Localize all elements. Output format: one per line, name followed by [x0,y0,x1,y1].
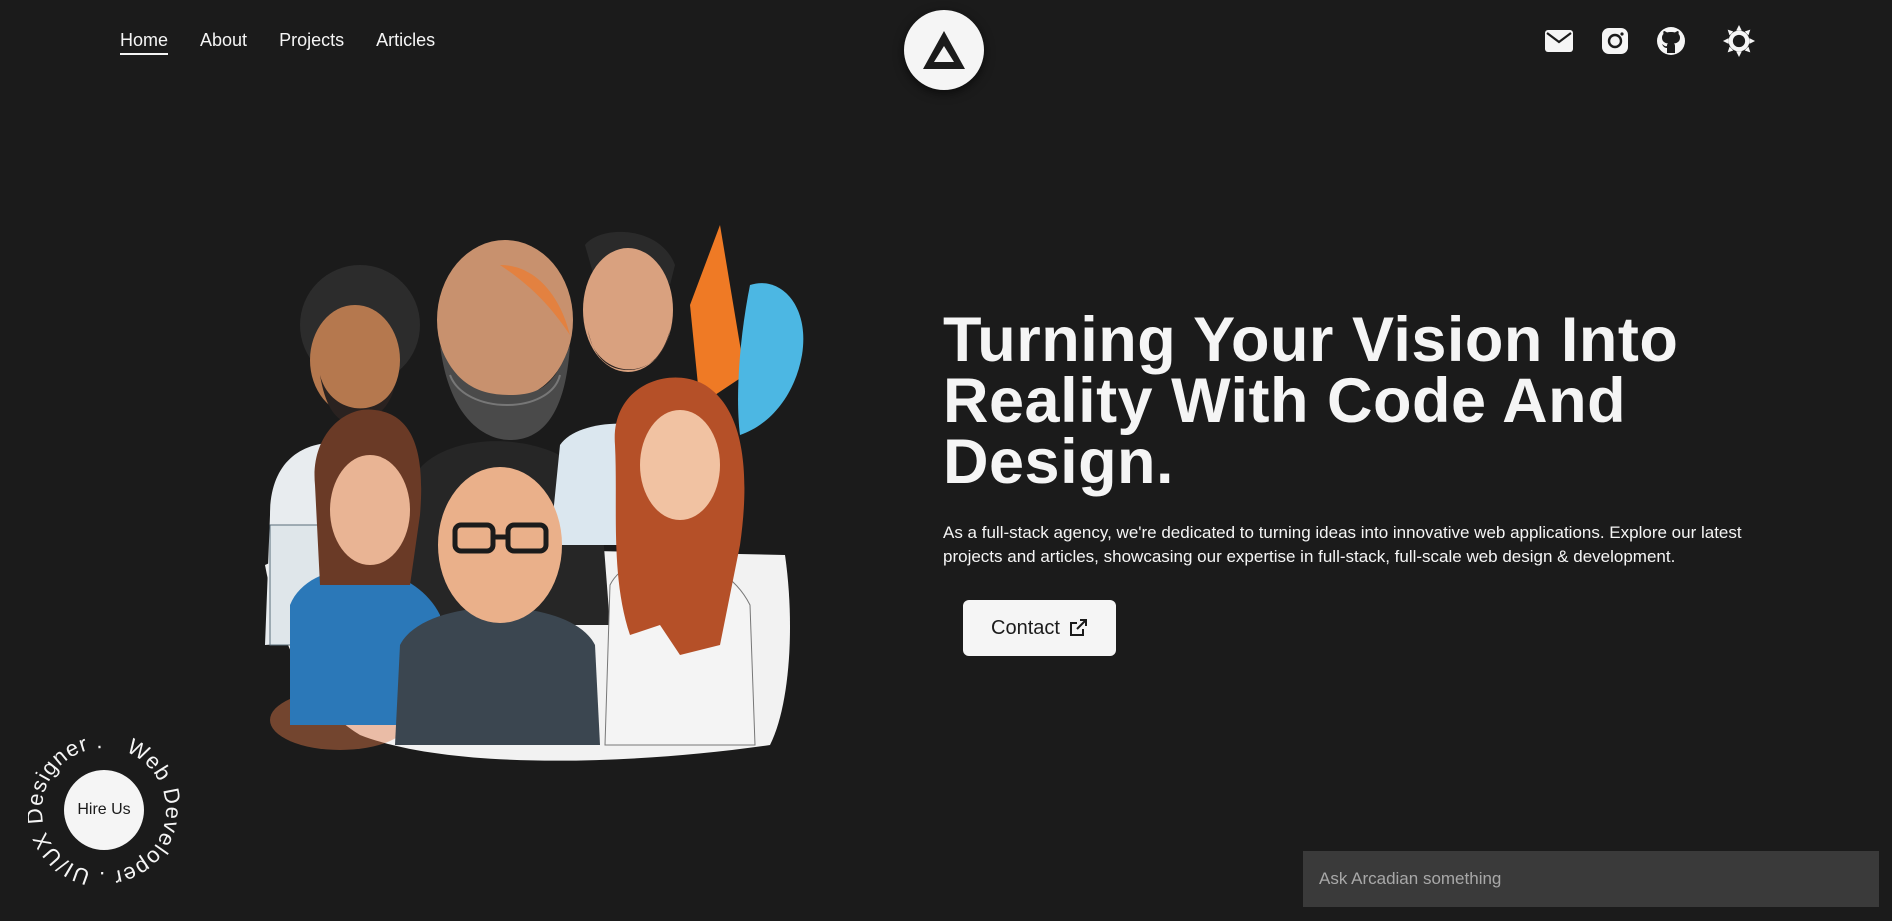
hero-title-line-3: Design. [943,427,1175,497]
team-illustration [250,225,810,765]
hero-title: Turning Your Vision Into Reality With Co… [943,309,1763,494]
hero-title-line-1: Turning Your Vision Into [943,305,1679,375]
social-icons [1542,24,1756,58]
instagram-icon[interactable] [1598,24,1632,58]
nav-link-projects[interactable]: Projects [279,30,344,55]
nav-link-home[interactable]: Home [120,30,169,55]
logo-triangle-icon [923,31,965,69]
contact-button[interactable]: Contact [963,600,1116,656]
hire-us-button[interactable]: Hire Us [64,770,144,850]
ask-arcadian-input[interactable] [1303,851,1879,907]
github-icon[interactable] [1654,24,1688,58]
contact-button-label: Contact [991,616,1060,639]
hire-us-badge: Web Developer . UI/UX Designer . Hire Us [28,734,180,886]
sun-icon[interactable] [1722,24,1756,58]
nav-link-about[interactable]: About [200,30,247,55]
mail-icon[interactable] [1542,24,1576,58]
hero-title-line-2: Reality With Code And [943,366,1627,436]
logo-button[interactable] [904,10,984,90]
nav-links: Home About Projects Articles [120,30,435,55]
nav-link-articles[interactable]: Articles [376,30,435,55]
external-link-icon [1069,619,1087,636]
top-nav: Home About Projects Articles [0,0,1892,90]
hero-section: Turning Your Vision Into Reality With Co… [943,309,1763,656]
hero-description: As a full-stack agency, we're dedicated … [943,523,1742,566]
page: Home About Projects Articles Turning You… [0,0,1892,921]
